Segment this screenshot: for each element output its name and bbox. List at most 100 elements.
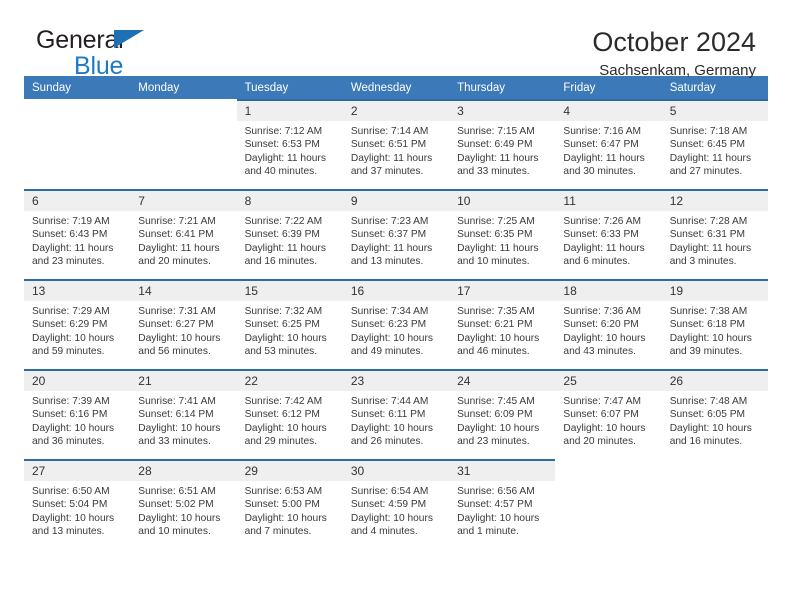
day-cell-body: 22 Sunrise: 7:42 AM Sunset: 6:12 PM Dayligh… — [236, 371, 343, 459]
day-cell-body: 3 Sunrise: 7:15 AM Sunset: 6:49 PM Daylight… — [449, 101, 556, 189]
day-sun-info: Sunrise: 6:56 AM Sunset: 4:57 PM Daylight:… — [449, 481, 555, 539]
calendar-day-cell[interactable]: 4 Sunrise: 7:16 AM Sunset: 6:47 PM Daylight… — [555, 101, 662, 189]
sunrise-text: Sunrise: 7:12 AM — [244, 126, 323, 137]
day-number: 2 — [342, 101, 450, 121]
calendar-day-cell[interactable]: 18 Sunrise: 7:36 AM Sunset: 6:20 PM Dayligh… — [555, 281, 662, 369]
day-cell-body: 13 Sunrise: 7:29 AM Sunset: 6:29 PM Dayligh… — [24, 281, 131, 369]
sunset-text: Sunset: 6:29 PM — [32, 319, 108, 331]
day-sun-info: Sunrise: 7:47 AM Sunset: 6:07 PM Daylight:… — [555, 391, 661, 449]
day-sun-info: Sunrise: 7:35 AM Sunset: 6:21 PM Daylight:… — [449, 301, 555, 359]
calendar-day-cell[interactable]: 31 Sunrise: 6:56 AM Sunset: 4:57 PM Dayligh… — [449, 461, 556, 549]
day-cell-body: 14 Sunrise: 7:31 AM Sunset: 6:27 PM Dayligh… — [130, 281, 237, 369]
sunset-text: Sunset: 5:00 PM — [244, 499, 320, 511]
day-cell-body: 25 Sunrise: 7:47 AM Sunset: 6:07 PM Dayligh… — [555, 371, 662, 459]
sunset-text: Sunset: 4:57 PM — [457, 499, 533, 511]
brand-logo[interactable]: General Blue — [36, 28, 216, 79]
daylight-text-line1: Daylight: 10 hours — [457, 512, 540, 524]
day-sun-info: Sunrise: 7:28 AM Sunset: 6:31 PM Daylight:… — [662, 211, 768, 269]
calendar-week-row: 13 Sunrise: 7:29 AM Sunset: 6:29 PM Dayligh… — [24, 281, 768, 369]
sunrise-text: Sunrise: 7:31 AM — [138, 306, 216, 317]
daylight-text-line1: Daylight: 10 hours — [457, 332, 540, 344]
day-number: 8 — [236, 191, 343, 211]
calendar-day-cell[interactable]: 26 Sunrise: 7:48 AM Sunset: 6:05 PM Dayligh… — [661, 371, 768, 459]
sunset-text: Sunset: 6:35 PM — [457, 229, 533, 241]
daylight-text-line1: Daylight: 10 hours — [350, 332, 433, 344]
day-number: 15 — [236, 281, 343, 301]
sunset-text: Sunset: 6:47 PM — [563, 139, 639, 151]
sunrise-text: Sunrise: 7:15 AM — [457, 126, 535, 137]
calendar-day-cell-empty — [555, 461, 661, 549]
calendar-day-cell[interactable]: 14 Sunrise: 7:31 AM Sunset: 6:27 PM Dayligh… — [130, 281, 237, 369]
daylight-text-line1: Daylight: 11 hours — [563, 152, 645, 164]
sunset-text: Sunset: 6:14 PM — [138, 409, 214, 421]
calendar-day-cell[interactable]: 12 Sunrise: 7:28 AM Sunset: 6:31 PM Dayligh… — [661, 191, 768, 279]
sunset-text: Sunset: 6:43 PM — [32, 229, 108, 241]
calendar-day-cell[interactable]: 20 Sunrise: 7:39 AM Sunset: 6:16 PM Dayligh… — [24, 371, 131, 459]
calendar-day-cell[interactable]: 10 Sunrise: 7:25 AM Sunset: 6:35 PM Dayligh… — [449, 191, 556, 279]
calendar-day-cell[interactable]: 11 Sunrise: 7:26 AM Sunset: 6:33 PM Dayligh… — [555, 191, 662, 279]
calendar-day-cell[interactable]: 30 Sunrise: 6:54 AM Sunset: 4:59 PM Dayligh… — [342, 461, 450, 549]
day-sun-info: Sunrise: 6:54 AM Sunset: 4:59 PM Daylight:… — [343, 481, 449, 539]
daylight-text-line1: Daylight: 10 hours — [32, 332, 115, 344]
calendar-day-cell[interactable]: 23 Sunrise: 7:44 AM Sunset: 6:11 PM Dayligh… — [342, 371, 450, 459]
calendar-day-cell[interactable]: 28 Sunrise: 6:51 AM Sunset: 5:02 PM Dayligh… — [130, 461, 237, 549]
day-sun-info: Sunrise: 7:44 AM Sunset: 6:11 PM Daylight:… — [343, 391, 449, 449]
calendar-day-cell[interactable]: 5 Sunrise: 7:18 AM Sunset: 6:45 PM Daylight… — [661, 101, 768, 189]
calendar-day-cell[interactable]: 2 Sunrise: 7:14 AM Sunset: 6:51 PM Daylight… — [342, 101, 450, 189]
calendar-page: General Blue October 2024 Sachsenkam, Ge… — [0, 0, 792, 612]
sunset-text: Sunset: 6:12 PM — [244, 409, 320, 421]
daylight-text-line2: and 43 minutes. — [563, 346, 636, 358]
page-title: October 2024 — [592, 27, 756, 57]
calendar-day-cell[interactable]: 15 Sunrise: 7:32 AM Sunset: 6:25 PM Dayligh… — [236, 281, 343, 369]
sunrise-text: Sunrise: 7:19 AM — [32, 216, 110, 227]
calendar-day-cell[interactable]: 19 Sunrise: 7:38 AM Sunset: 6:18 PM Dayligh… — [661, 281, 768, 369]
calendar-day-cell[interactable]: 29 Sunrise: 6:53 AM Sunset: 5:00 PM Dayligh… — [236, 461, 343, 549]
calendar-day-cell[interactable]: 6 Sunrise: 7:19 AM Sunset: 6:43 PM Daylight… — [24, 191, 131, 279]
day-number — [555, 461, 661, 481]
day-cell-body — [130, 101, 236, 189]
daylight-text-line1: Daylight: 11 hours — [669, 152, 752, 164]
day-sun-info: Sunrise: 7:26 AM Sunset: 6:33 PM Daylight:… — [555, 211, 661, 269]
calendar-day-cell[interactable]: 3 Sunrise: 7:15 AM Sunset: 6:49 PM Daylight… — [449, 101, 556, 189]
daylight-text-line1: Daylight: 11 hours — [457, 242, 539, 254]
day-cell-body: 15 Sunrise: 7:32 AM Sunset: 6:25 PM Dayligh… — [236, 281, 343, 369]
weekday-header-thursday: Thursday — [449, 76, 556, 99]
daylight-text-line2: and 4 minutes. — [350, 526, 418, 538]
daylight-text-line2: and 33 minutes. — [457, 166, 530, 178]
daylight-text-line2: and 20 minutes. — [563, 436, 636, 448]
sunrise-text: Sunrise: 7:38 AM — [669, 306, 748, 317]
day-sun-info: Sunrise: 7:36 AM Sunset: 6:20 PM Daylight:… — [555, 301, 661, 359]
sunrise-text: Sunrise: 7:23 AM — [350, 216, 429, 227]
day-cell-body: 12 Sunrise: 7:28 AM Sunset: 6:31 PM Dayligh… — [661, 191, 768, 279]
daylight-text-line1: Daylight: 11 hours — [244, 152, 326, 164]
calendar-day-cell[interactable]: 7 Sunrise: 7:21 AM Sunset: 6:41 PM Daylight… — [130, 191, 237, 279]
sunrise-text: Sunrise: 7:29 AM — [32, 306, 110, 317]
day-cell-body: 24 Sunrise: 7:45 AM Sunset: 6:09 PM Dayligh… — [449, 371, 556, 459]
day-sun-info: Sunrise: 7:15 AM Sunset: 6:49 PM Daylight:… — [449, 121, 555, 179]
daylight-text-line2: and 27 minutes. — [669, 166, 743, 178]
sunset-text: Sunset: 6:23 PM — [350, 319, 427, 331]
day-cell-body: 7 Sunrise: 7:21 AM Sunset: 6:41 PM Daylight… — [130, 191, 237, 279]
daylight-text-line1: Daylight: 10 hours — [350, 512, 433, 524]
calendar-day-cell[interactable]: 22 Sunrise: 7:42 AM Sunset: 6:12 PM Dayligh… — [236, 371, 343, 459]
day-cell-body: 17 Sunrise: 7:35 AM Sunset: 6:21 PM Dayligh… — [449, 281, 556, 369]
calendar-day-cell[interactable]: 13 Sunrise: 7:29 AM Sunset: 6:29 PM Dayligh… — [24, 281, 131, 369]
calendar-day-cell[interactable]: 27 Sunrise: 6:50 AM Sunset: 5:04 PM Dayligh… — [24, 461, 131, 549]
calendar-day-cell[interactable]: 9 Sunrise: 7:23 AM Sunset: 6:37 PM Daylight… — [342, 191, 450, 279]
calendar-day-cell[interactable]: 17 Sunrise: 7:35 AM Sunset: 6:21 PM Dayligh… — [449, 281, 556, 369]
calendar-day-cell[interactable]: 25 Sunrise: 7:47 AM Sunset: 6:07 PM Dayligh… — [555, 371, 662, 459]
day-sun-info: Sunrise: 7:29 AM Sunset: 6:29 PM Daylight:… — [24, 301, 130, 359]
calendar-day-cell[interactable]: 16 Sunrise: 7:34 AM Sunset: 6:23 PM Dayligh… — [342, 281, 450, 369]
calendar-day-cell[interactable]: 1 Sunrise: 7:12 AM Sunset: 6:53 PM Daylight… — [236, 101, 343, 189]
daylight-text-line2: and 16 minutes. — [244, 256, 318, 268]
calendar-week-row: 6 Sunrise: 7:19 AM Sunset: 6:43 PM Daylight… — [24, 191, 768, 279]
day-number: 19 — [661, 281, 768, 301]
daylight-text-line2: and 36 minutes. — [32, 436, 105, 448]
calendar-day-cell[interactable]: 21 Sunrise: 7:41 AM Sunset: 6:14 PM Dayligh… — [130, 371, 237, 459]
sunset-text: Sunset: 5:04 PM — [32, 499, 108, 511]
day-number: 14 — [130, 281, 237, 301]
calendar-day-cell[interactable]: 24 Sunrise: 7:45 AM Sunset: 6:09 PM Dayligh… — [449, 371, 556, 459]
calendar-day-cell[interactable]: 8 Sunrise: 7:22 AM Sunset: 6:39 PM Daylight… — [236, 191, 343, 279]
daylight-text-line2: and 30 minutes. — [563, 166, 636, 178]
daylight-text-line1: Daylight: 10 hours — [138, 422, 221, 434]
